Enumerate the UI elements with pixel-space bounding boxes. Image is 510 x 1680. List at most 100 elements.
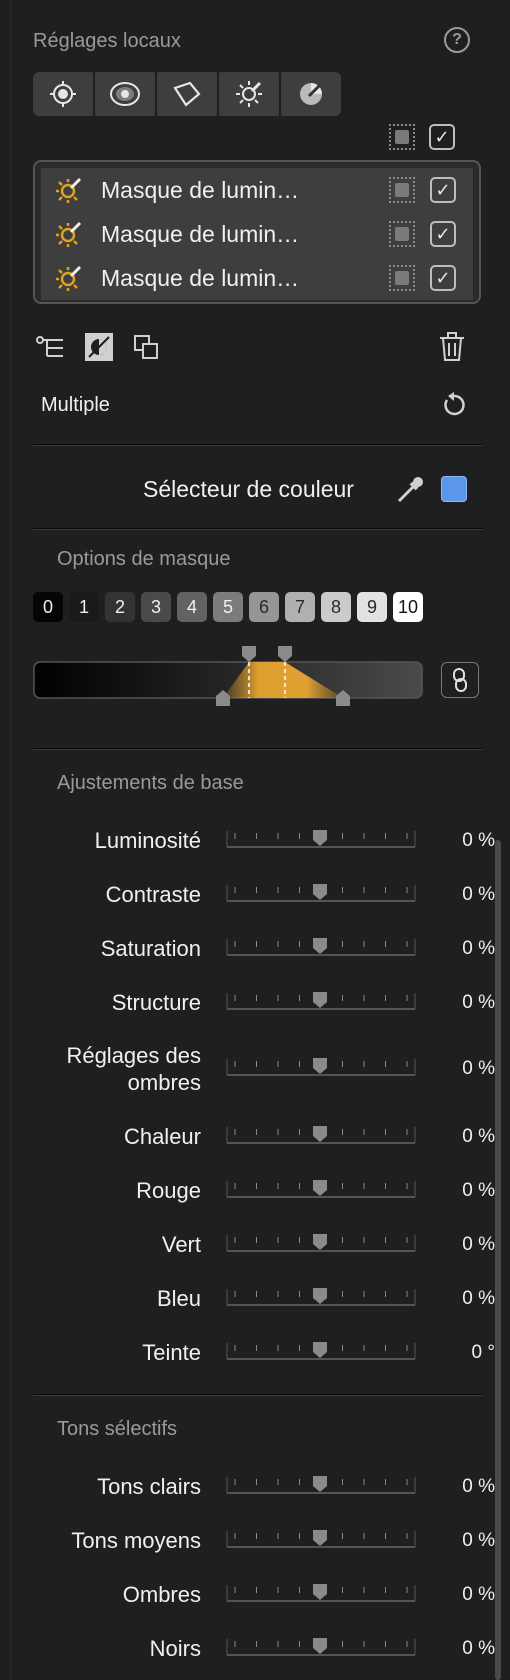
adjustment-value: 0 % xyxy=(462,1584,495,1605)
adjustment-row: Tons moyens 0 % xyxy=(11,1527,499,1557)
adjustment-row: Saturation 0 % xyxy=(11,935,499,965)
color-mask-icon xyxy=(300,83,322,105)
adjustment-row: Contraste 0 % xyxy=(11,881,499,911)
duplicate-icon[interactable] xyxy=(134,335,160,361)
adjustment-row: Tons clairs 0 % xyxy=(11,1473,499,1503)
adjustment-row: Teinte 0 ° xyxy=(11,1339,499,1369)
layer-mask-visibility-icon[interactable] xyxy=(389,265,415,291)
eyedropper-icon[interactable] xyxy=(395,475,425,505)
help-icon[interactable]: ? xyxy=(444,27,470,53)
adjustment-row: Vert 0 % xyxy=(11,1231,499,1261)
brightness-mask-icon xyxy=(56,177,82,203)
adjustment-slider[interactable] xyxy=(225,1341,417,1365)
layer-name: Masque de lumin… xyxy=(101,220,300,247)
adjustment-label: Rouge xyxy=(136,1178,201,1203)
adjustment-row: Chaleur 0 % xyxy=(11,1123,499,1153)
mask-level-8[interactable]: 8 xyxy=(321,592,351,622)
reset-icon[interactable] xyxy=(441,392,467,418)
adjustment-slider[interactable] xyxy=(225,1057,417,1081)
layer-name: Masque de lumin… xyxy=(101,264,300,291)
adjustment-slider[interactable] xyxy=(225,1475,417,1499)
adjustment-slider[interactable] xyxy=(225,829,417,853)
mask-level-10[interactable]: 10 xyxy=(393,592,423,622)
mask-level-5[interactable]: 5 xyxy=(213,592,243,622)
adjustment-value: 0 % xyxy=(462,1530,495,1551)
trash-icon[interactable] xyxy=(439,332,465,362)
adjustment-value: 0 % xyxy=(462,830,495,851)
color-picker-label: Sélecteur de couleur xyxy=(143,476,354,502)
adjustment-slider[interactable] xyxy=(225,937,417,961)
divider xyxy=(33,528,483,530)
control-point-icon xyxy=(50,81,76,107)
adjustment-slider[interactable] xyxy=(225,1583,417,1607)
scrollbar[interactable] xyxy=(495,840,501,1680)
adjustment-label: Structure xyxy=(111,990,201,1015)
divider xyxy=(33,444,483,446)
mask-level-3[interactable]: 3 xyxy=(141,592,171,622)
layer-enable-checkbox[interactable]: ✓ xyxy=(430,265,456,291)
adjustment-label: Noirs xyxy=(149,1636,201,1661)
local-adjustments-panel: Réglages locaux ? ✓ Masque de lumin… ✓ M… xyxy=(10,0,501,1680)
mask-level-4[interactable]: 4 xyxy=(177,592,207,622)
adjustment-slider[interactable] xyxy=(225,1637,417,1661)
section-title-local-adjustments: Réglages locaux xyxy=(33,30,181,52)
mask-level-7[interactable]: 7 xyxy=(285,592,315,622)
adjustment-slider[interactable] xyxy=(225,1287,417,1311)
selection-value: Multiple xyxy=(41,394,110,416)
section-title-selective-tones: Tons sélectifs xyxy=(57,1418,178,1440)
divider xyxy=(33,748,483,750)
mask-level-9[interactable]: 9 xyxy=(357,592,387,622)
adjustment-slider[interactable] xyxy=(225,1233,417,1257)
adjustment-slider[interactable] xyxy=(225,1179,417,1203)
adjustment-label: Saturation xyxy=(100,936,201,961)
adjustment-row: Noirs 0 % xyxy=(11,1635,499,1665)
brightness-mask-icon xyxy=(56,265,82,291)
mask-level-2[interactable]: 2 xyxy=(105,592,135,622)
enable-all-checkbox[interactable]: ✓ xyxy=(429,124,455,150)
mask-layer-list: Masque de lumin… ✓ Masque de lumin… ✓ Ma… xyxy=(33,160,481,304)
adjustment-slider[interactable] xyxy=(225,991,417,1015)
adjustment-row: Réglages des ombres 0 % xyxy=(11,1043,499,1095)
adjustment-value: 0 % xyxy=(462,1638,495,1659)
layer-name: Masque de lumin… xyxy=(101,176,300,203)
adjustment-value: 0 % xyxy=(462,1288,495,1309)
adjustment-row: Luminosité 0 % xyxy=(11,827,499,857)
radial-filter-tool-button[interactable] xyxy=(95,72,155,116)
adjustment-value: 0 % xyxy=(462,1476,495,1497)
mask-level-1[interactable]: 1 xyxy=(69,592,99,622)
section-title-mask-options: Options de masque xyxy=(57,548,231,570)
color-swatch[interactable] xyxy=(441,476,467,502)
luminance-range-control[interactable] xyxy=(33,642,425,706)
adjustment-row: Structure 0 % xyxy=(11,989,499,1019)
list-item-layer-1[interactable]: Masque de lumin… ✓ xyxy=(41,168,473,212)
list-item-layer-3[interactable]: Masque de lumin… ✓ xyxy=(41,256,473,300)
adjustment-value: 0 % xyxy=(462,1180,495,1201)
layer-hierarchy-icon[interactable] xyxy=(35,334,65,360)
brightness-mask-icon xyxy=(236,81,262,107)
layer-enable-checkbox[interactable]: ✓ xyxy=(430,221,456,247)
link-toggle-button[interactable] xyxy=(441,662,479,698)
adjustment-slider[interactable] xyxy=(225,883,417,907)
layer-enable-checkbox[interactable]: ✓ xyxy=(430,177,456,203)
adjustment-slider[interactable] xyxy=(225,1529,417,1553)
polygon-lasso-icon xyxy=(173,81,201,107)
layer-mask-visibility-icon[interactable] xyxy=(389,177,415,203)
adjustment-value: 0 % xyxy=(462,1058,495,1079)
adjustment-label: Vert xyxy=(161,1232,201,1257)
adjustment-value: 0 % xyxy=(462,884,495,905)
mask-level-selector: 0 1 2 3 4 5 6 7 8 9 10 xyxy=(33,592,433,622)
adjustment-value: 0 ° xyxy=(471,1342,495,1363)
brightness-mask-tool-button[interactable] xyxy=(219,72,279,116)
list-item-layer-2[interactable]: Masque de lumin… ✓ xyxy=(41,212,473,256)
mask-level-0[interactable]: 0 xyxy=(33,592,63,622)
color-mask-tool-button[interactable] xyxy=(281,72,341,116)
show-all-masks-icon[interactable] xyxy=(389,124,415,150)
adjustment-row: Ombres 0 % xyxy=(11,1581,499,1611)
adjustment-slider[interactable] xyxy=(225,1125,417,1149)
mask-level-6[interactable]: 6 xyxy=(249,592,279,622)
layer-mask-visibility-icon[interactable] xyxy=(389,221,415,247)
adjustment-value: 0 % xyxy=(462,992,495,1013)
invert-mask-icon[interactable] xyxy=(85,333,113,361)
control-point-tool-button[interactable] xyxy=(33,72,93,116)
polygon-lasso-tool-button[interactable] xyxy=(157,72,217,116)
